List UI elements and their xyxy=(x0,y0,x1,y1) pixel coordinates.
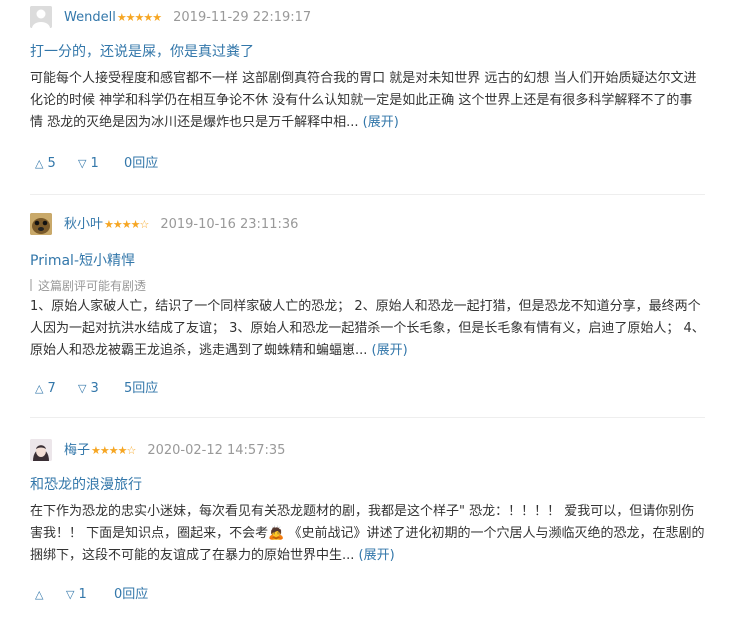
avatar[interactable] xyxy=(30,213,52,235)
thumb-down-icon: ▽ xyxy=(78,382,87,395)
author-name[interactable]: 梅子 xyxy=(64,443,90,458)
rating-stars: ★★★★★ xyxy=(116,11,162,24)
review-body: 可能每个人接受程度和感官都不一样 这部剧倒真符合我的胃口 就是对未知世界 远古的… xyxy=(30,68,705,134)
useful-count: 5 xyxy=(47,156,56,171)
thumb-down-icon: ▽ xyxy=(78,157,87,170)
spoiler-warning: 这篇剧评可能有剧透 xyxy=(30,277,146,294)
review-meta: Wendell★★★★★ 2019-11-29 22:19:17 xyxy=(64,8,311,28)
review-time: 2020-02-12 14:57:35 xyxy=(147,443,286,458)
default-user-icon xyxy=(30,6,52,28)
expand-link[interactable]: (展开) xyxy=(372,343,408,358)
thumb-up-icon: △ xyxy=(35,382,44,395)
divider xyxy=(30,194,705,195)
thumb-down-icon: ▽ xyxy=(66,588,75,601)
useful-button[interactable]: △ 5 xyxy=(35,154,56,174)
expand-link[interactable]: (展开) xyxy=(359,548,395,563)
girl-avatar-icon xyxy=(30,439,52,461)
author-name[interactable]: Wendell xyxy=(64,10,116,25)
review-title[interactable]: 打一分的，还说是屎，你是真过粪了 xyxy=(30,41,254,61)
expand-link[interactable]: (展开) xyxy=(363,115,399,130)
review-card: Wendell★★★★★ 2019-11-29 22:19:17 打一分的，还说是… xyxy=(30,6,705,176)
useless-count: 1 xyxy=(78,587,87,602)
useful-button[interactable]: △ xyxy=(35,585,47,605)
useless-button[interactable]: ▽ 1 xyxy=(78,154,99,174)
thumb-up-icon: △ xyxy=(35,588,44,601)
useless-count: 3 xyxy=(90,381,99,396)
review-title[interactable]: Primal-短小精悍 xyxy=(30,250,135,270)
useless-button[interactable]: ▽ 1 xyxy=(66,585,87,605)
review-meta: 秋小叶★★★★☆ 2019-10-16 23:11:36 xyxy=(64,215,298,235)
avatar[interactable] xyxy=(30,439,52,461)
review-title[interactable]: 和恐龙的浪漫旅行 xyxy=(30,474,142,494)
review-card: 梅子★★★★☆ 2020-02-12 14:57:35 和恐龙的浪漫旅行 在下作为… xyxy=(30,439,705,619)
review-time: 2019-10-16 23:11:36 xyxy=(160,217,299,232)
review-card: 秋小叶★★★★☆ 2019-10-16 23:11:36 Primal-短小精悍 … xyxy=(30,213,705,405)
divider xyxy=(30,417,705,418)
review-body: 1、原始人家破人亡，结识了一个同样家破人亡的恐龙； 2、原始人和恐龙一起打猎，但… xyxy=(30,296,705,362)
author-name[interactable]: 秋小叶 xyxy=(64,217,103,232)
avatar[interactable] xyxy=(30,6,52,28)
review-time: 2019-11-29 22:19:17 xyxy=(173,10,312,25)
useful-count: 7 xyxy=(47,381,56,396)
rating-stars: ★★★★☆ xyxy=(104,218,149,231)
dog-avatar-icon xyxy=(30,213,52,235)
useful-button[interactable]: △ 7 xyxy=(35,379,56,399)
reply-link[interactable]: 0回应 xyxy=(124,154,158,174)
review-body: 在下作为恐龙的忠实小迷妹，每次看见有关恐龙题材的剧，我都是这个样子" 恐龙：！！… xyxy=(30,501,705,567)
useless-button[interactable]: ▽ 3 xyxy=(78,379,99,399)
review-excerpt: 1、原始人家破人亡，结识了一个同样家破人亡的恐龙； 2、原始人和恐龙一起打猎，但… xyxy=(30,299,705,358)
thumb-up-icon: △ xyxy=(35,157,44,170)
useless-count: 1 xyxy=(90,156,99,171)
rating-stars: ★★★★☆ xyxy=(91,444,136,457)
review-meta: 梅子★★★★☆ 2020-02-12 14:57:35 xyxy=(64,441,285,461)
reply-link[interactable]: 5回应 xyxy=(124,379,158,399)
reply-link[interactable]: 0回应 xyxy=(114,585,148,605)
